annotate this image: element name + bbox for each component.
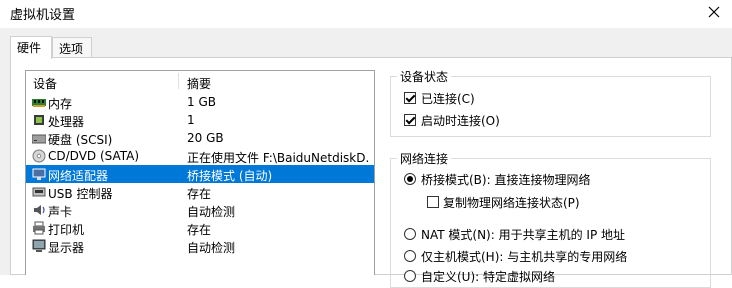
device-summary: 20 GB xyxy=(187,131,224,145)
device-row-display[interactable]: 显示器 自动检测 xyxy=(26,237,374,255)
column-header-device[interactable]: 设备 xyxy=(33,75,57,92)
device-row-hard-disk[interactable]: 硬盘 (SCSI) 20 GB xyxy=(26,129,374,147)
usb-icon xyxy=(32,187,46,197)
device-row-usb-controller[interactable]: USB 控制器 存在 xyxy=(26,183,374,201)
tab-options[interactable]: 选项 xyxy=(52,37,92,58)
nat-radio[interactable] xyxy=(404,228,416,240)
custom-label[interactable]: 自定义(U): 特定虚拟网络 xyxy=(421,268,555,285)
cd-dvd-icon xyxy=(32,149,46,163)
nat-label[interactable]: NAT 模式(N): 用于共享主机的 IP 地址 xyxy=(421,226,625,243)
connect-at-power-on-label[interactable]: 启动时连接(O) xyxy=(421,112,500,129)
connected-checkbox[interactable] xyxy=(404,92,416,104)
bridged-label[interactable]: 桥接模式(B): 直接连接物理网络 xyxy=(421,171,590,188)
device-name: 声卡 xyxy=(48,205,73,219)
device-name: USB 控制器 xyxy=(48,187,113,201)
network-connection-title: 网络连接 xyxy=(397,150,452,167)
device-name: 硬盘 (SCSI) xyxy=(48,133,113,147)
processor-icon xyxy=(34,115,44,125)
device-row-network-adapter[interactable]: 网络适配器 桥接模式 (自动) xyxy=(26,165,374,183)
title-bar: 虚拟机设置 xyxy=(0,0,732,28)
device-summary: 桥接模式 (自动) xyxy=(187,169,273,183)
display-icon xyxy=(32,239,46,252)
device-name: 显示器 xyxy=(48,241,85,255)
bridged-radio[interactable] xyxy=(404,173,416,185)
device-list[interactable]: 设备 摘要 内存 1 GB 处理器 1 硬盘 (SCSI) 20 GB CD/D… xyxy=(25,70,375,275)
device-summary: 自动检测 xyxy=(187,241,236,255)
device-row-sound-card[interactable]: 声卡 自动检测 xyxy=(26,201,374,219)
network-adapter-icon xyxy=(32,168,46,180)
column-divider[interactable] xyxy=(178,73,179,89)
device-name: 内存 xyxy=(48,97,73,111)
device-row-memory[interactable]: 内存 1 GB xyxy=(26,93,374,111)
custom-radio[interactable] xyxy=(404,270,416,282)
host-only-radio[interactable] xyxy=(404,250,416,262)
device-summary: 1 xyxy=(187,113,195,127)
tab-hardware-label: 硬件 xyxy=(17,41,42,55)
window-title: 虚拟机设置 xyxy=(10,8,76,23)
device-name: 处理器 xyxy=(48,115,85,129)
device-row-printer[interactable]: 打印机 存在 xyxy=(26,219,374,237)
device-name: 打印机 xyxy=(48,223,85,237)
column-header-summary[interactable]: 摘要 xyxy=(187,75,211,92)
device-row-cd-dvd[interactable]: CD/DVD (SATA) 正在使用文件 F:\BaiduNetdiskD... xyxy=(26,147,374,165)
sound-card-icon xyxy=(34,205,45,215)
device-row-processor[interactable]: 处理器 1 xyxy=(26,111,374,129)
tab-hardware[interactable]: 硬件 xyxy=(10,36,52,59)
device-list-header: 设备 摘要 xyxy=(26,71,374,91)
hard-disk-icon xyxy=(32,134,46,144)
replicate-state-label[interactable]: 复制物理网络连接状态(P) xyxy=(443,194,580,211)
host-only-label[interactable]: 仅主机模式(H): 与主机共享的专用网络 xyxy=(421,248,627,265)
tab-options-label: 选项 xyxy=(59,42,84,56)
device-summary: 正在使用文件 F:\BaiduNetdiskD... xyxy=(187,151,370,165)
replicate-state-checkbox[interactable] xyxy=(427,196,439,208)
device-summary: 存在 xyxy=(187,187,212,201)
memory-icon xyxy=(32,99,46,107)
connected-label[interactable]: 已连接(C) xyxy=(421,90,475,107)
device-summary: 自动检测 xyxy=(187,205,236,219)
device-name: CD/DVD (SATA) xyxy=(48,149,140,163)
printer-icon xyxy=(33,221,45,235)
device-summary: 存在 xyxy=(187,223,212,237)
connect-at-power-on-checkbox[interactable] xyxy=(404,114,416,126)
device-status-title: 设备状态 xyxy=(397,68,452,85)
device-summary: 1 GB xyxy=(187,95,216,109)
close-icon[interactable] xyxy=(704,2,724,22)
device-name: 网络适配器 xyxy=(48,169,109,183)
